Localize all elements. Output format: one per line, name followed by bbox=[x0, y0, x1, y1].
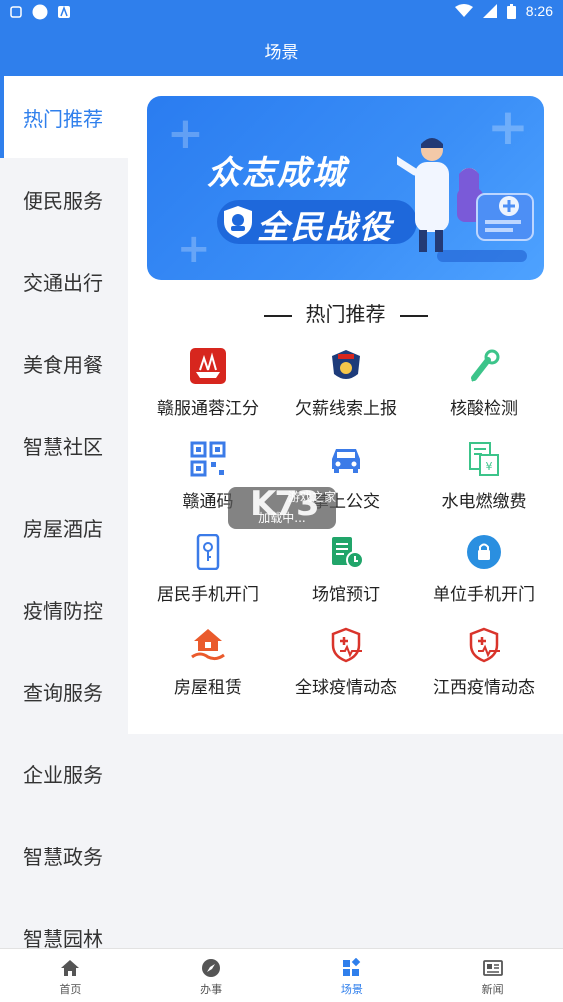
signal-icon bbox=[482, 4, 497, 18]
dropper-icon bbox=[471, 349, 500, 382]
grid-icon bbox=[342, 958, 361, 976]
sidebar-item-label: 便民服务 bbox=[23, 188, 103, 213]
service-item-jiangxi-epidemic[interactable]: 江西疫情动态 bbox=[414, 621, 554, 714]
svg-text:¥: ¥ bbox=[486, 460, 493, 473]
section-heading: 热门推荐 bbox=[128, 298, 563, 327]
compass-icon bbox=[202, 959, 221, 977]
sidebar-item-convenience[interactable]: 便民服务 bbox=[0, 158, 128, 240]
service-item-global-epidemic[interactable]: 全球疫情动态 bbox=[276, 621, 416, 714]
watermark-subtitle: 游戏之家 bbox=[288, 490, 337, 504]
service-item-venue-booking[interactable]: 场馆预订 bbox=[276, 528, 416, 621]
service-item-house-rental[interactable]: 房屋租赁 bbox=[138, 621, 278, 714]
bill-icon: ¥ bbox=[469, 442, 499, 476]
home-icon bbox=[61, 960, 80, 976]
phone-key-icon bbox=[196, 534, 220, 570]
battery-icon bbox=[506, 3, 516, 19]
bottom-tab-bar: 首页 办事 场景 新闻 bbox=[0, 948, 563, 1002]
sidebar-item-enterprise[interactable]: 企业服务 bbox=[0, 732, 128, 814]
tab-home[interactable]: 首页 bbox=[0, 949, 141, 1002]
service-item-wage-report[interactable]: 欠薪线索上报 bbox=[276, 342, 416, 435]
service-label: 房屋租赁 bbox=[174, 678, 242, 698]
category-sidebar: 热门推荐 便民服务 交通出行 美食用餐 智慧社区 房屋酒店 疫情防控 查询服务 … bbox=[0, 76, 128, 948]
service-item-utility-payment[interactable]: ¥ 水电燃缴费 bbox=[414, 435, 554, 528]
service-item-nucleic-test[interactable]: 核酸检测 bbox=[414, 342, 554, 435]
tab-affairs[interactable]: 办事 bbox=[141, 949, 282, 1002]
banner-headline: 众志成城 bbox=[207, 153, 347, 192]
shield-pulse-icon bbox=[331, 627, 362, 663]
tab-label: 新闻 bbox=[481, 983, 504, 996]
sidebar-item-government[interactable]: 智慧政务 bbox=[0, 814, 128, 896]
service-label: 欠薪线索上报 bbox=[295, 399, 397, 419]
sidebar-item-community[interactable]: 智慧社区 bbox=[0, 404, 128, 486]
sidebar-item-housing-hotel[interactable]: 房屋酒店 bbox=[0, 486, 128, 568]
tab-label: 场景 bbox=[340, 983, 363, 996]
sidebar-item-epidemic[interactable]: 疫情防控 bbox=[0, 568, 128, 650]
doctor-illustration-icon bbox=[397, 138, 534, 262]
police-badge-icon bbox=[332, 350, 360, 379]
venue-icon bbox=[332, 537, 364, 569]
status-time: 8:26 bbox=[525, 3, 553, 19]
sidebar-item-query[interactable]: 查询服务 bbox=[0, 650, 128, 732]
sidebar-item-label: 美食用餐 bbox=[23, 352, 103, 377]
app-a-icon bbox=[58, 6, 70, 18]
service-label: 赣服通蓉江分 bbox=[157, 399, 259, 419]
bus-icon bbox=[332, 449, 360, 473]
sidebar-item-label: 智慧政务 bbox=[23, 844, 103, 869]
tab-scenes[interactable]: 场景 bbox=[282, 949, 423, 1002]
news-icon bbox=[482, 960, 503, 976]
service-label: 单位手机开门 bbox=[433, 585, 535, 605]
sidebar-item-label: 智慧园林 bbox=[23, 926, 103, 949]
service-label: 核酸检测 bbox=[450, 399, 518, 419]
sidebar-item-hot[interactable]: 热门推荐 bbox=[0, 76, 128, 158]
ship-icon bbox=[190, 348, 226, 384]
sidebar-item-label: 企业服务 bbox=[23, 762, 103, 787]
plus-decoration-icon: + bbox=[177, 226, 211, 272]
wifi-icon bbox=[454, 4, 473, 17]
service-label: 居民手机开门 bbox=[157, 585, 259, 605]
sidebar-item-label: 智慧社区 bbox=[23, 434, 103, 459]
shield-icon bbox=[224, 206, 252, 238]
shield-pulse-icon bbox=[469, 627, 500, 663]
sidebar-item-label: 查询服务 bbox=[23, 680, 103, 705]
sidebar-item-transport[interactable]: 交通出行 bbox=[0, 240, 128, 322]
tab-news[interactable]: 新闻 bbox=[422, 949, 563, 1002]
sidebar-item-dining[interactable]: 美食用餐 bbox=[0, 322, 128, 404]
divider bbox=[263, 314, 292, 317]
top-header: 8:26 场景 bbox=[0, 0, 563, 76]
service-label: 江西疫情动态 bbox=[433, 678, 535, 698]
qr-code-icon bbox=[190, 441, 226, 477]
status-bar: 8:26 bbox=[0, 0, 563, 26]
service-label: 水电燃缴费 bbox=[441, 492, 527, 512]
service-item-resident-door[interactable]: 居民手机开门 bbox=[138, 528, 278, 621]
promo-banner[interactable]: + + + 众志成城 全民战役 bbox=[147, 96, 544, 280]
banner-slogan: 全民战役 bbox=[257, 208, 394, 246]
service-item-ganfutong[interactable]: 赣服通蓉江分 bbox=[138, 342, 278, 435]
tab-label: 办事 bbox=[200, 983, 223, 996]
sidebar-item-label: 房屋酒店 bbox=[23, 516, 103, 541]
page-title: 场景 bbox=[264, 43, 299, 63]
banner-slogan-pill: 全民战役 bbox=[217, 200, 417, 246]
plus-decoration-icon: + bbox=[167, 108, 204, 159]
house-hand-icon bbox=[191, 629, 225, 661]
lock-icon bbox=[467, 535, 501, 569]
section-title-text: 热门推荐 bbox=[305, 302, 386, 326]
divider bbox=[399, 314, 428, 317]
content-panel: + + + 众志成城 全民战役 热门推荐 赣服通蓉江分 欠薪线索上报 核酸检测 … bbox=[128, 76, 563, 734]
sidebar-item-label: 疫情防控 bbox=[23, 598, 103, 623]
sidebar-item-garden[interactable]: 智慧园林 bbox=[0, 896, 128, 949]
sidebar-item-label: 热门推荐 bbox=[23, 106, 103, 131]
status-circle-icon bbox=[32, 4, 48, 20]
service-label: 场馆预订 bbox=[312, 585, 380, 605]
notification-icon bbox=[10, 6, 22, 18]
sidebar-item-label: 交通出行 bbox=[23, 270, 103, 295]
service-label: 全球疫情动态 bbox=[295, 678, 397, 698]
service-item-unit-door[interactable]: 单位手机开门 bbox=[414, 528, 554, 621]
tab-label: 首页 bbox=[59, 983, 82, 996]
